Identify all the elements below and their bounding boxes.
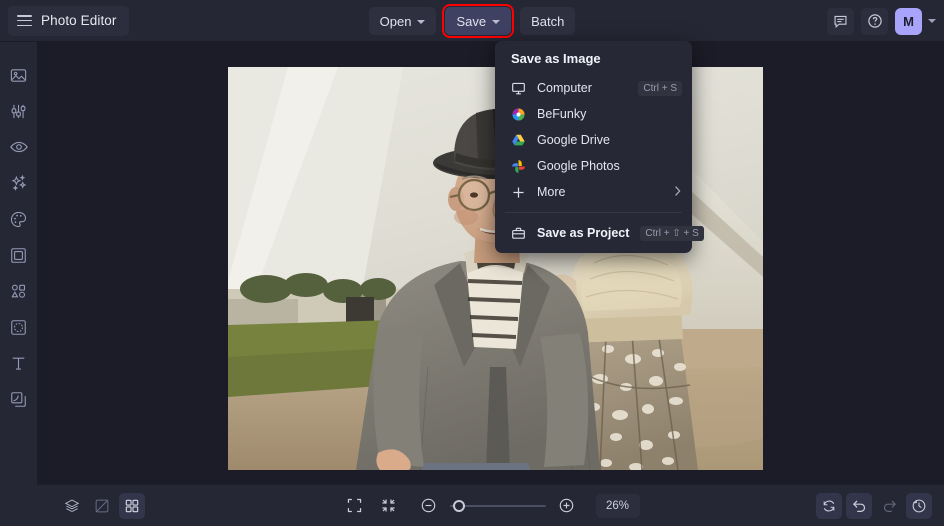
compare-split-icon	[95, 499, 109, 512]
image-icon	[10, 68, 27, 82]
sidebar-item-overlays[interactable]	[0, 309, 37, 345]
palette-icon	[10, 211, 27, 227]
menu-item-save-as-project-shortcut: Ctrl + ⇧ + S	[640, 225, 704, 241]
fit-to-screen-button[interactable]	[342, 493, 368, 519]
plus-icon	[511, 185, 526, 200]
menu-item-save-as-project[interactable]: Save as Project Ctrl + ⇧ + S	[495, 220, 704, 246]
actual-size-button[interactable]	[376, 493, 402, 519]
menu-item-befunky-label: BeFunky	[537, 107, 587, 121]
save-menu-title: Save as Image	[511, 51, 601, 66]
history-button[interactable]	[906, 492, 932, 519]
account-chevron-down-icon[interactable]	[928, 19, 936, 23]
open-button-label: Open	[379, 13, 412, 29]
grid-view-button[interactable]	[119, 492, 145, 519]
grid-four-squares-icon	[125, 499, 139, 512]
layers-stack-icon	[64, 498, 80, 512]
sidebar-item-touch-up[interactable]	[0, 129, 37, 165]
save-dropdown-menu[interactable]: Save as Image Computer Ctrl + S BeFunky …	[495, 41, 704, 253]
sidebar-item-frames[interactable]	[0, 237, 37, 273]
menu-item-more-label: More	[537, 185, 566, 199]
redo-button[interactable]	[876, 493, 902, 519]
menu-item-google-photos-label: Google Photos	[537, 159, 620, 173]
undo-arrow-icon	[852, 500, 865, 512]
menu-item-computer-label: Computer	[537, 81, 592, 95]
app-header: Photo Editor Open Save Batch M	[0, 0, 944, 42]
bottom-right-tools	[816, 492, 932, 519]
sidebar-item-effects[interactable]	[0, 165, 37, 201]
avatar[interactable]: M	[895, 7, 922, 35]
monitor-icon	[511, 81, 526, 96]
zoom-controls: 26%	[37, 493, 944, 519]
collapse-corners-icon	[382, 499, 395, 512]
batch-button-label: Batch	[531, 13, 565, 29]
question-circle-icon	[867, 14, 882, 28]
speech-bubble-icon	[834, 15, 847, 28]
menu-item-computer[interactable]: Computer Ctrl + S	[495, 75, 692, 101]
left-tool-rail	[0, 42, 37, 526]
open-button[interactable]: Open	[368, 7, 437, 35]
menu-item-befunky[interactable]: BeFunky	[495, 101, 692, 127]
header-right-actions: M	[827, 0, 936, 42]
frame-icon	[11, 247, 26, 263]
bottom-left-tools	[59, 492, 145, 519]
briefcase-icon	[511, 226, 526, 241]
sliders-icon	[11, 104, 26, 118]
befunky-logo-icon	[511, 107, 526, 122]
expand-corners-icon	[347, 498, 362, 513]
batch-button[interactable]: Batch	[520, 7, 576, 35]
compare-button[interactable]	[89, 493, 115, 519]
redo-arrow-icon	[883, 500, 896, 512]
bottom-toolbar: 26%	[37, 484, 944, 526]
help-button[interactable]	[861, 7, 888, 35]
reset-circular-arrows-icon	[823, 500, 835, 511]
zoom-level-value[interactable]: 26%	[595, 493, 640, 518]
feedback-button[interactable]	[827, 7, 854, 35]
eye-icon	[9, 141, 28, 153]
sidebar-item-text[interactable]	[0, 345, 37, 381]
menu-divider	[505, 212, 682, 213]
sidebar-item-textures[interactable]	[0, 381, 37, 417]
menu-item-google-drive[interactable]: Google Drive	[495, 127, 692, 153]
overlay-icon	[11, 319, 26, 335]
text-t-icon	[12, 357, 25, 370]
zoom-out-button[interactable]	[416, 493, 442, 519]
sidebar-item-graphics[interactable]	[0, 273, 37, 309]
chevron-down-icon	[492, 19, 501, 24]
menu-item-computer-shortcut: Ctrl + S	[638, 80, 682, 96]
zoom-in-button[interactable]	[554, 493, 580, 519]
save-button-label: Save	[456, 13, 487, 29]
sidebar-item-artsy[interactable]	[0, 201, 37, 237]
header-tool-buttons: Open Save Batch	[0, 0, 944, 42]
save-button[interactable]: Save	[442, 4, 515, 38]
menu-item-more[interactable]: More	[495, 179, 692, 205]
minus-circle-icon	[421, 498, 436, 513]
zoom-slider[interactable]	[449, 497, 546, 515]
editor-canvas[interactable]	[37, 42, 944, 484]
chevron-right-icon	[673, 185, 682, 200]
hamburger-icon	[17, 15, 32, 26]
google-photos-icon	[511, 159, 526, 174]
history-clock-icon	[912, 499, 926, 512]
photo-editor-app: Photo Editor Open Save Batch M 26% Save …	[0, 0, 944, 526]
app-title: Photo Editor	[41, 13, 117, 28]
menu-item-google-drive-label: Google Drive	[537, 133, 610, 147]
google-drive-icon	[511, 133, 526, 148]
plus-circle-icon	[559, 498, 574, 513]
layers-button[interactable]	[59, 493, 85, 519]
menu-item-save-as-project-label: Save as Project	[537, 226, 630, 240]
chevron-down-icon	[417, 19, 426, 24]
brand-menu-button[interactable]: Photo Editor	[8, 5, 129, 36]
menu-item-google-photos[interactable]: Google Photos	[495, 153, 692, 179]
undo-button[interactable]	[846, 492, 872, 519]
shapes-icon	[11, 284, 26, 298]
zoom-slider-handle[interactable]	[452, 499, 465, 512]
sparkles-icon	[10, 174, 26, 191]
sidebar-item-image[interactable]	[0, 57, 37, 93]
sidebar-item-edit[interactable]	[0, 93, 37, 129]
reset-button[interactable]	[816, 492, 842, 519]
layers-overlap-icon	[11, 391, 26, 407]
